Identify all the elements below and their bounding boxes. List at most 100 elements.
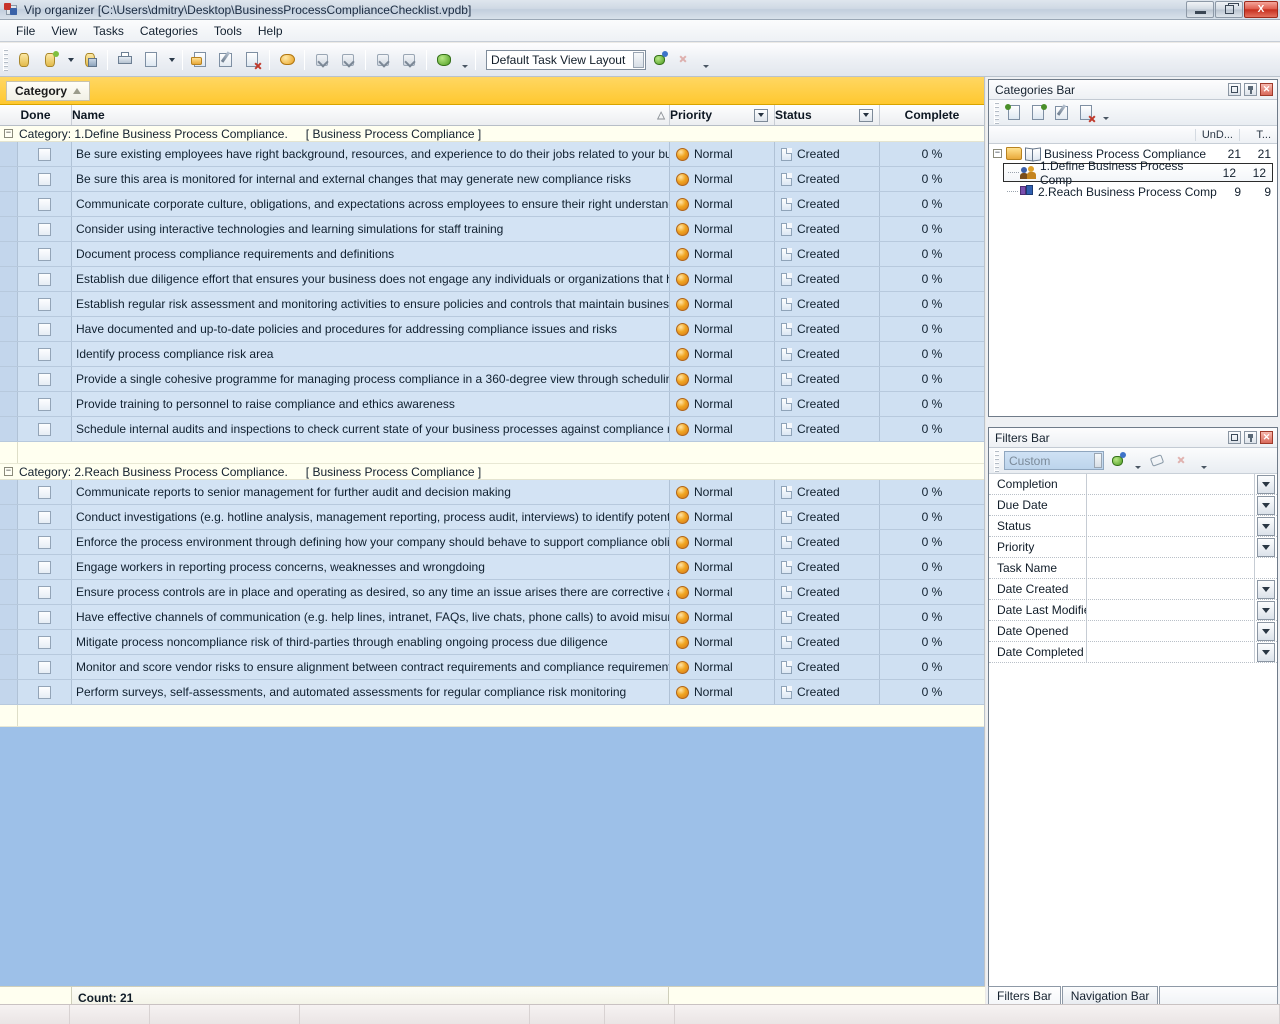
cell-complete[interactable]: 0 % bbox=[880, 167, 984, 191]
clear-layout-icon[interactable] bbox=[673, 48, 697, 72]
new-category-icon[interactable] bbox=[1003, 102, 1025, 124]
done-checkbox[interactable] bbox=[38, 248, 51, 261]
done-checkbox[interactable] bbox=[38, 423, 51, 436]
cell-complete[interactable]: 0 % bbox=[880, 342, 984, 366]
delete-category-icon[interactable] bbox=[1075, 102, 1097, 124]
cell-complete[interactable]: 0 % bbox=[880, 367, 984, 391]
cell-status[interactable]: Created bbox=[775, 267, 880, 291]
table-row[interactable]: Have effective channels of communication… bbox=[0, 605, 984, 630]
filters-toolbar-grip[interactable] bbox=[994, 450, 999, 472]
cell-done[interactable] bbox=[0, 292, 72, 316]
cell-name[interactable]: Provide a single cohesive programme for … bbox=[72, 367, 670, 391]
toolbar-grip[interactable] bbox=[3, 49, 8, 71]
cell-priority[interactable]: Normal bbox=[670, 530, 775, 554]
filter-dropdown-button[interactable] bbox=[1257, 643, 1275, 662]
cell-complete[interactable]: 0 % bbox=[880, 680, 984, 704]
cell-priority[interactable]: Normal bbox=[670, 680, 775, 704]
done-checkbox[interactable] bbox=[38, 686, 51, 699]
filter-value-field[interactable] bbox=[1087, 516, 1255, 536]
cell-name[interactable]: Have documented and up-to-date policies … bbox=[72, 317, 670, 341]
cell-name[interactable]: Enforce the process environment through … bbox=[72, 530, 670, 554]
cell-done[interactable] bbox=[0, 655, 72, 679]
done-checkbox[interactable] bbox=[38, 323, 51, 336]
table-row[interactable]: Communicate reports to senior management… bbox=[0, 480, 984, 505]
cell-name[interactable]: Mitigate process noncompliance risk of t… bbox=[72, 630, 670, 654]
table-row[interactable]: Ensure process controls are in place and… bbox=[0, 580, 984, 605]
filter-dropdown-button[interactable] bbox=[1257, 496, 1275, 515]
done-checkbox[interactable] bbox=[38, 398, 51, 411]
cell-priority[interactable]: Normal bbox=[670, 267, 775, 291]
categories-col-total[interactable]: T... bbox=[1239, 129, 1277, 141]
categories-bar-window-position-icon[interactable] bbox=[1228, 83, 1241, 96]
cell-done[interactable] bbox=[0, 605, 72, 629]
filter-value-field[interactable] bbox=[1087, 642, 1255, 662]
menu-item-tasks[interactable]: Tasks bbox=[85, 22, 132, 40]
cell-done[interactable] bbox=[0, 167, 72, 191]
cell-status[interactable]: Created bbox=[775, 317, 880, 341]
filter-preset-combobox[interactable]: Custom bbox=[1004, 451, 1104, 470]
menu-item-help[interactable]: Help bbox=[250, 22, 291, 40]
filter-value-field[interactable] bbox=[1087, 474, 1255, 494]
cell-complete[interactable]: 0 % bbox=[880, 217, 984, 241]
cell-complete[interactable]: 0 % bbox=[880, 480, 984, 504]
cell-name[interactable]: Identify process compliance risk area bbox=[72, 342, 670, 366]
move-bottom-icon[interactable] bbox=[371, 48, 395, 72]
categories-bar-autohide-pin-icon[interactable] bbox=[1244, 83, 1257, 96]
category-options-dropdown-icon[interactable] bbox=[1099, 102, 1111, 124]
column-header-status[interactable]: Status bbox=[775, 105, 880, 125]
cell-done[interactable] bbox=[0, 367, 72, 391]
cell-priority[interactable]: Normal bbox=[670, 630, 775, 654]
cell-priority[interactable]: Normal bbox=[670, 342, 775, 366]
menu-item-file[interactable]: File bbox=[8, 22, 43, 40]
move-up-icon[interactable] bbox=[336, 48, 360, 72]
move-top-icon[interactable] bbox=[397, 48, 421, 72]
cell-done[interactable] bbox=[0, 242, 72, 266]
cell-status[interactable]: Created bbox=[775, 605, 880, 629]
table-row[interactable]: Engage workers in reporting process conc… bbox=[0, 555, 984, 580]
cell-priority[interactable]: Normal bbox=[670, 417, 775, 441]
filter-dropdown-button[interactable] bbox=[1257, 517, 1275, 536]
filter-row[interactable]: Date Created bbox=[989, 579, 1277, 600]
cell-complete[interactable]: 0 % bbox=[880, 317, 984, 341]
filter-dropdown-icon[interactable] bbox=[1131, 449, 1143, 473]
done-checkbox[interactable] bbox=[38, 348, 51, 361]
complete-task-icon[interactable] bbox=[275, 48, 299, 72]
cell-complete[interactable]: 0 % bbox=[880, 392, 984, 416]
cell-status[interactable]: Created bbox=[775, 655, 880, 679]
cell-priority[interactable]: Normal bbox=[670, 655, 775, 679]
table-row[interactable]: Be sure this area is monitored for inter… bbox=[0, 167, 984, 192]
cell-name[interactable]: Document process compliance requirements… bbox=[72, 242, 670, 266]
cell-name[interactable]: Monitor and score vendor risks to ensure… bbox=[72, 655, 670, 679]
cell-name[interactable]: Consider using interactive technologies … bbox=[72, 217, 670, 241]
filter-row[interactable]: Completion bbox=[989, 474, 1277, 495]
print-preview-dropdown-icon[interactable] bbox=[165, 48, 177, 72]
layout-combobox[interactable]: Default Task View Layout bbox=[486, 50, 646, 70]
cell-name[interactable]: Have effective channels of communication… bbox=[72, 605, 670, 629]
table-row[interactable]: Consider using interactive technologies … bbox=[0, 217, 984, 242]
menu-item-view[interactable]: View bbox=[43, 22, 85, 40]
cell-name[interactable]: Communicate corporate culture, obligatio… bbox=[72, 192, 670, 216]
open-database-icon[interactable] bbox=[38, 48, 62, 72]
cell-done[interactable] bbox=[0, 417, 72, 441]
cell-priority[interactable]: Normal bbox=[670, 605, 775, 629]
cell-complete[interactable]: 0 % bbox=[880, 630, 984, 654]
cell-name[interactable]: Perform surveys, self-assessments, and a… bbox=[72, 680, 670, 704]
cell-done[interactable] bbox=[0, 342, 72, 366]
done-checkbox[interactable] bbox=[38, 198, 51, 211]
close-button[interactable]: X bbox=[1244, 1, 1278, 18]
filter-dropdown-button[interactable] bbox=[1257, 580, 1275, 599]
filter-value-field[interactable] bbox=[1087, 537, 1255, 557]
done-checkbox[interactable] bbox=[38, 273, 51, 286]
table-row[interactable]: Identify process compliance risk areaNor… bbox=[0, 342, 984, 367]
group-by-panel[interactable]: Category bbox=[0, 77, 984, 105]
cell-complete[interactable]: 0 % bbox=[880, 530, 984, 554]
cell-name[interactable]: Establish due diligence effort that ensu… bbox=[72, 267, 670, 291]
menu-item-categories[interactable]: Categories bbox=[132, 22, 206, 40]
cell-done[interactable] bbox=[0, 505, 72, 529]
cell-complete[interactable]: 0 % bbox=[880, 242, 984, 266]
apply-filter-icon[interactable] bbox=[1105, 449, 1129, 473]
cell-status[interactable]: Created bbox=[775, 480, 880, 504]
group-expander-icon[interactable]: − bbox=[4, 129, 13, 138]
filters-bar-window-position-icon[interactable] bbox=[1228, 431, 1241, 444]
delete-filter-icon[interactable] bbox=[1171, 449, 1195, 473]
